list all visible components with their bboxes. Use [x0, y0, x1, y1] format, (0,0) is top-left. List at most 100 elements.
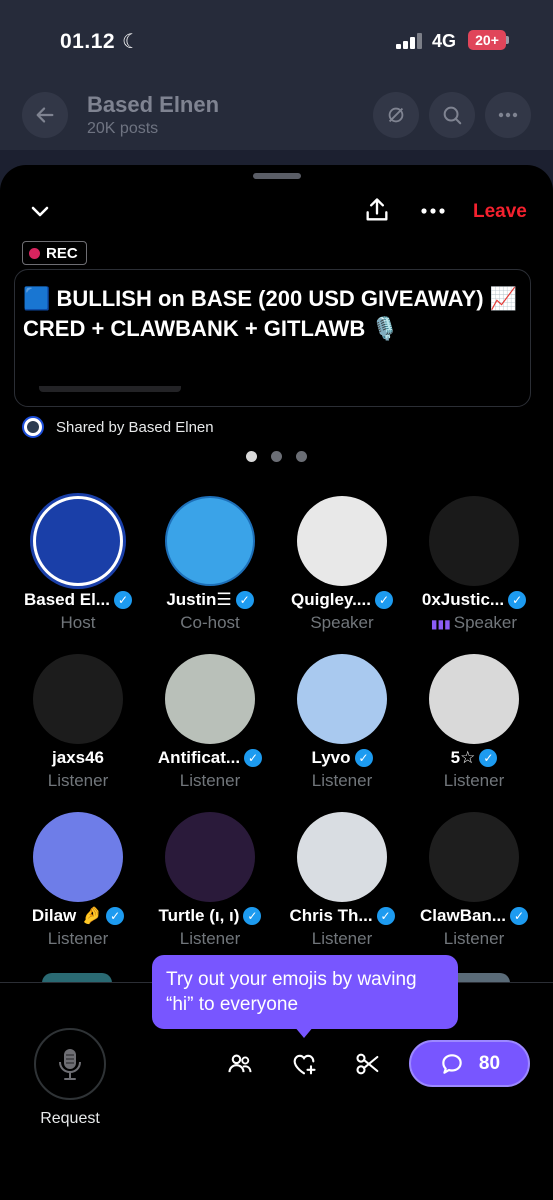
participant-role-text: Listener — [443, 771, 505, 790]
participant-name-text: Quigley.... — [291, 590, 371, 609]
participant-name: Turtle (ı, ı) ✓ — [144, 906, 276, 926]
verified-badge-icon: ✓ — [243, 907, 262, 925]
participant-tile[interactable]: 5☆ ✓ Listener — [408, 654, 540, 791]
participant-avatar[interactable] — [165, 654, 255, 744]
participant-avatar[interactable] — [297, 496, 387, 586]
participant-avatar[interactable] — [33, 496, 123, 586]
space-title: 🟦 BULLISH on BASE (200 USD GIVEAWAY) 📈 C… — [23, 286, 518, 341]
request-label: Request — [40, 1110, 100, 1127]
recording-label: REC — [46, 244, 78, 262]
participant-tile[interactable]: Antificat... ✓ Listener — [144, 654, 276, 791]
participant-tile[interactable]: Chris Th... ✓ Listener — [276, 812, 408, 949]
participant-name-text: ClawBan... — [420, 906, 506, 925]
participant-name-text: Lyvo — [311, 748, 351, 767]
heart-plus-icon[interactable] — [288, 1048, 320, 1080]
participant-avatar[interactable] — [429, 654, 519, 744]
participant-name: Chris Th... ✓ — [276, 906, 408, 926]
speaking-bars-icon: ▮▮▮ — [430, 617, 451, 631]
participant-tile[interactable]: Lyvo ✓ Listener — [276, 654, 408, 791]
microphone-icon — [59, 1049, 81, 1080]
verified-badge-icon: ✓ — [235, 591, 254, 609]
status-time: 01.12 — [60, 30, 116, 53]
participant-role: Listener — [276, 929, 408, 949]
participant-avatar[interactable] — [429, 496, 519, 586]
participant-name: ClawBan... ✓ — [408, 906, 540, 926]
sharer-avatar — [22, 416, 44, 438]
participant-name-text: Justin☰ — [166, 590, 232, 609]
participant-tile[interactable]: Dilaw 🤌 ✓ Listener — [12, 812, 144, 949]
participant-role-text: Listener — [47, 929, 109, 948]
participant-name: Quigley.... ✓ — [276, 590, 408, 610]
participant-tile[interactable]: Quigley.... ✓ Speaker — [276, 496, 408, 633]
participant-role: ▮▮▮ Speaker — [408, 613, 540, 633]
participant-role-text: Co-host — [180, 613, 240, 632]
network-type: 4G — [432, 31, 457, 51]
participant-name-text: Turtle (ı, ı) — [158, 906, 240, 925]
participant-role-text: Speaker — [310, 613, 374, 632]
participant-tile[interactable]: Based El... ✓ Host — [12, 496, 144, 633]
recording-dot-icon — [29, 247, 40, 259]
participant-avatar[interactable] — [429, 812, 519, 902]
comment-count: 80 — [478, 1052, 501, 1074]
verified-badge-icon: ✓ — [106, 907, 125, 925]
more-options-icon[interactable] — [418, 199, 448, 223]
participant-name: Justin☰ ✓ — [144, 590, 276, 610]
participant-role: Host — [12, 613, 144, 633]
participant-tile[interactable]: Turtle (ı, ı) ✓ Listener — [144, 812, 276, 949]
participant-role: Listener — [408, 929, 540, 949]
shared-by-text: Shared by Based Elnen — [56, 418, 214, 436]
moon-icon: ☾ — [122, 31, 140, 53]
page-dot[interactable] — [296, 451, 307, 462]
recording-badge: REC — [22, 241, 87, 265]
participant-avatar[interactable] — [33, 654, 123, 744]
participant-role: Co-host — [144, 613, 276, 633]
participant-role-text: Listener — [47, 771, 109, 790]
participant-name: Lyvo ✓ — [276, 748, 408, 768]
verified-badge-icon: ✓ — [374, 591, 393, 609]
tooltip-tail — [294, 1026, 314, 1038]
participant-name-text: Antificat... — [157, 748, 241, 767]
participant-tile[interactable]: Justin☰ ✓ Co-host — [144, 496, 276, 633]
page-dot[interactable] — [246, 451, 257, 462]
verified-badge-icon: ✓ — [479, 749, 498, 767]
back-arrow-icon — [22, 92, 68, 138]
more-icon — [485, 92, 531, 138]
verified-badge-icon: ✓ — [508, 591, 527, 609]
emoji-tooltip[interactable]: Try out your emojis by waving “hi” to ev… — [152, 955, 458, 1029]
shared-by-row[interactable]: Shared by Based Elnen — [22, 415, 214, 439]
participant-role: Listener — [144, 771, 276, 791]
mute-icon — [373, 92, 419, 138]
background-title: Based Elnen — [87, 92, 220, 117]
space-title-card[interactable]: 🟦 BULLISH on BASE (200 USD GIVEAWAY) 📈 C… — [14, 269, 531, 407]
page-indicator[interactable] — [246, 451, 307, 462]
participant-tile[interactable]: 0xJustic... ✓ ▮▮▮ Speaker — [408, 496, 540, 633]
verified-badge-icon: ✓ — [113, 591, 132, 609]
battery-indicator: 20+ — [468, 30, 506, 50]
collapse-chevron-icon[interactable] — [26, 197, 54, 225]
page-dot[interactable] — [271, 451, 282, 462]
participant-name: Based El... ✓ — [12, 590, 144, 610]
request-mic-button[interactable] — [34, 1028, 106, 1100]
participant-avatar[interactable] — [297, 812, 387, 902]
participant-avatar[interactable] — [165, 812, 255, 902]
verified-badge-icon: ✓ — [354, 749, 373, 767]
share-icon[interactable] — [362, 195, 392, 225]
participant-avatar[interactable] — [33, 812, 123, 902]
participant-avatar[interactable] — [165, 496, 255, 586]
participant-avatar[interactable] — [297, 654, 387, 744]
participant-name-text: Dilaw 🤌 — [31, 906, 103, 925]
media-preview-strip — [39, 386, 181, 392]
people-icon[interactable] — [224, 1048, 256, 1080]
verified-badge-icon: ✓ — [509, 907, 528, 925]
signal-icon — [396, 33, 426, 49]
leave-button[interactable]: Leave — [473, 201, 527, 223]
participant-role-text: Listener — [311, 771, 373, 790]
participant-role: Listener — [408, 771, 540, 791]
participant-tile[interactable]: jaxs46 Listener — [12, 654, 144, 791]
participant-role-text: Listener — [443, 929, 505, 948]
clip-scissors-icon[interactable] — [352, 1048, 384, 1080]
sheet-grabber[interactable] — [253, 173, 301, 179]
participant-tile[interactable]: ClawBan... ✓ Listener — [408, 812, 540, 949]
participant-role-text: Listener — [311, 929, 373, 948]
comments-button[interactable]: 80 — [409, 1040, 530, 1087]
